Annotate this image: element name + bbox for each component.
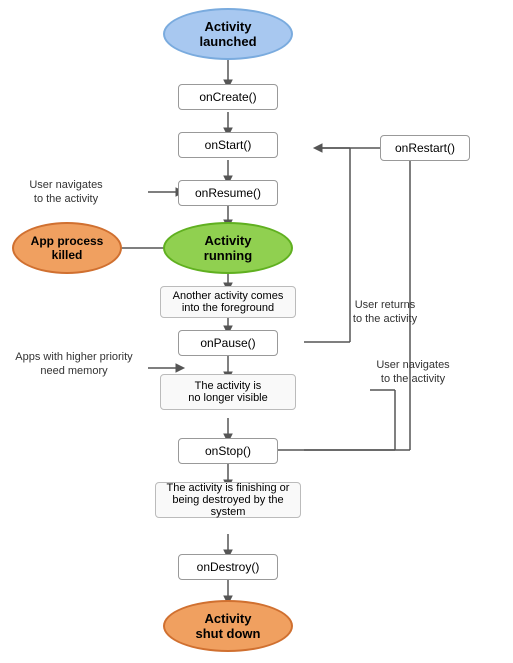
activity-shut-down-node: Activity shut down: [163, 600, 293, 652]
activity-lifecycle-diagram: Activity launched onCreate() onStart() o…: [0, 0, 513, 663]
on-destroy-node: onDestroy(): [178, 554, 278, 580]
on-restart-node: onRestart(): [380, 135, 470, 161]
on-stop-node: onStop(): [178, 438, 278, 464]
activity-launched-node: Activity launched: [163, 8, 293, 60]
activity-no-longer-visible-label: The activity is no longer visible: [160, 374, 296, 410]
on-start-node: onStart(): [178, 132, 278, 158]
on-create-node: onCreate(): [178, 84, 278, 110]
activity-finishing-label: The activity is finishing or being destr…: [155, 482, 301, 518]
user-navigates-label: User navigates to the activity: [6, 178, 126, 207]
another-activity-label: Another activity comes into the foregrou…: [160, 286, 296, 318]
app-process-killed-node: App process killed: [12, 222, 122, 274]
on-resume-node: onResume(): [178, 180, 278, 206]
user-returns-label: User returns to the activity: [330, 298, 440, 327]
activity-running-node: Activity running: [163, 222, 293, 274]
user-navigates-activity-label: User navigates to the activity: [358, 358, 468, 387]
on-pause-node: onPause(): [178, 330, 278, 356]
apps-higher-priority-label: Apps with higher priority need memory: [2, 350, 146, 379]
